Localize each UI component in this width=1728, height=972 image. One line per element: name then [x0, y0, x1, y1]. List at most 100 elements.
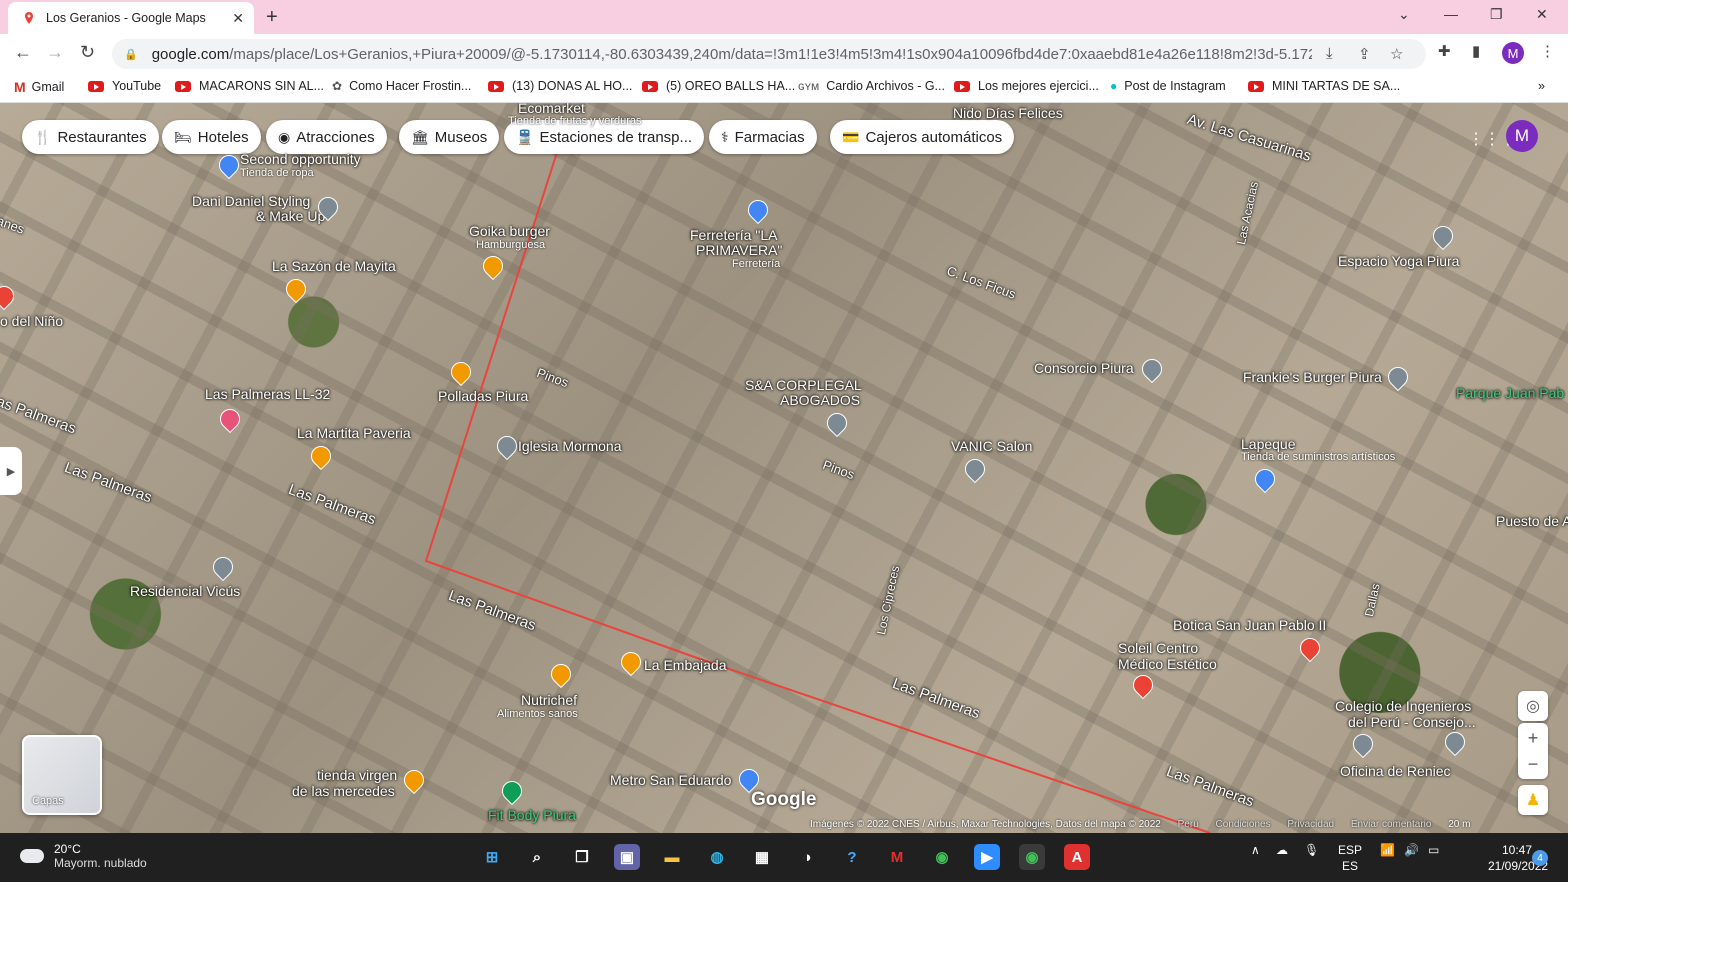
place-colegio[interactable]: Colegio de Ingenieros [1335, 698, 1471, 714]
place-oficina[interactable]: Oficina de Reniec [1340, 763, 1451, 779]
my-location-button[interactable]: ◎ [1518, 691, 1548, 721]
file-explorer-icon[interactable]: ▬ [659, 844, 685, 870]
maps-profile-avatar[interactable]: M [1506, 120, 1538, 152]
zoom-in-icon[interactable]: + [1528, 725, 1539, 751]
app-icon[interactable]: ◑ [794, 844, 820, 870]
minimize-icon[interactable]: — [1444, 6, 1458, 22]
chip-cajeros[interactable]: 💳 Cajeros automáticos [830, 120, 1015, 154]
place-soleil[interactable]: Soleil Centro [1118, 640, 1198, 656]
place-botica[interactable]: Botica San Juan Pablo II [1173, 617, 1326, 633]
satellite-map[interactable]: 🍴 Restaurantes 🛏 Hoteles ◉ Atracciones 🏛 Mus… [0, 103, 1568, 833]
place-sa-corplegal[interactable]: S&A CORPLEGAL [745, 377, 862, 393]
place-dani-daniel[interactable]: Dani Daniel Styling [192, 193, 310, 209]
terms-link[interactable]: Condiciones [1216, 819, 1271, 830]
bookmark-frosting[interactable]: ✿ Como Hacer Frostin... [332, 79, 471, 93]
microphone-icon[interactable]: 🎙 [1304, 843, 1319, 857]
bookmark-macarons[interactable]: MACARONS SIN AL... [175, 79, 324, 93]
close-window-icon[interactable]: ✕ [1536, 6, 1548, 23]
place-goika[interactable]: Goika burger [469, 223, 550, 239]
place-ferreteria[interactable]: Ferretería "LA [690, 227, 777, 243]
place-fit-body[interactable]: Fit Body Piura [488, 807, 576, 823]
place-palmeras-ll[interactable]: Las Palmeras LL-32 [205, 386, 330, 402]
place-vanic[interactable]: VANIC Salon [951, 438, 1032, 454]
tray-chevron-icon[interactable]: ∧ [1251, 843, 1260, 857]
bookmark-ejercicios[interactable]: Los mejores ejercici... [954, 79, 1099, 93]
chip-museos[interactable]: 🏛 Museos [399, 120, 500, 154]
place-puesto[interactable]: Puesto de A [1496, 513, 1568, 529]
autocad-icon[interactable]: A [1064, 844, 1090, 870]
zoom-app-icon[interactable]: ▶ [974, 844, 1000, 870]
chip-hoteles[interactable]: 🛏 Hoteles [162, 120, 261, 154]
tab-search-icon[interactable]: ⌄ [1398, 6, 1410, 23]
onedrive-icon[interactable]: ☁ [1276, 843, 1288, 857]
task-view-icon[interactable]: ❐ [569, 844, 595, 870]
place-tienda[interactable]: tienda virgen [317, 767, 397, 783]
privacy-link[interactable]: Privacidad [1287, 819, 1334, 830]
place-martita[interactable]: La Martita Paveria [297, 425, 411, 441]
bookmark-donas[interactable]: (13) DONAS AL HO... [488, 79, 632, 93]
place-embajada[interactable]: La Embajada [644, 657, 727, 673]
help-icon[interactable]: ? [839, 844, 865, 870]
language-indicator[interactable]: ESP ES [1334, 842, 1366, 874]
volume-icon[interactable]: 🔊 [1404, 843, 1419, 857]
teams-chat-icon[interactable]: ▣ [614, 844, 640, 870]
start-icon[interactable]: ⊞ [479, 844, 505, 870]
place-lapeque[interactable]: Lapeque [1241, 436, 1296, 452]
forward-icon[interactable]: → [46, 42, 64, 63]
collapse-side-panel-button[interactable]: ▶ [0, 447, 22, 495]
chrome-icon[interactable]: ◉ [929, 844, 955, 870]
chip-farmacias[interactable]: ⚕ Farmacias [709, 120, 817, 154]
mcafee-icon[interactable]: M [884, 844, 910, 870]
bookmark-youtube[interactable]: YouTube [88, 79, 161, 93]
country-link[interactable]: Perú [1178, 819, 1199, 830]
zoom-out-icon[interactable]: − [1528, 751, 1539, 777]
close-tab-icon[interactable]: ✕ [232, 10, 244, 27]
layers-button[interactable]: Capas [22, 735, 102, 815]
side-panel-icon[interactable]: ▮ [1472, 42, 1480, 60]
place-iglesia[interactable]: Iglesia Mormona [518, 438, 622, 454]
place-second-opportunity[interactable]: Second opportunity [240, 151, 361, 167]
store-icon[interactable]: ▦ [749, 844, 775, 870]
chip-restaurantes[interactable]: 🍴 Restaurantes [22, 120, 159, 154]
pegman-icon[interactable]: ♟ [1518, 785, 1548, 815]
feedback-link[interactable]: Enviar comentario [1351, 819, 1432, 830]
chip-atracciones[interactable]: ◉ Atracciones [266, 120, 387, 154]
share-icon[interactable]: ⇪ [1358, 45, 1371, 63]
place-polladas[interactable]: Polladas Piura [438, 388, 528, 404]
place-nido[interactable]: Nido Días Felices [953, 105, 1063, 121]
more-bookmarks-icon[interactable]: » [1538, 79, 1545, 93]
browser-tab[interactable]: Los Geranios - Google Maps ✕ [8, 2, 254, 34]
battery-icon[interactable]: ▭ [1428, 843, 1439, 857]
place-residencial[interactable]: Residencial Vicús [130, 583, 240, 599]
new-tab-icon[interactable]: + [266, 6, 278, 29]
install-icon[interactable]: ⤓ [1326, 45, 1333, 62]
clock[interactable]: 10:47 21/09/2022 [1488, 842, 1548, 874]
menu-icon[interactable]: ⋮ [1540, 42, 1555, 60]
place-parque[interactable]: Parque Juan Pab [1456, 385, 1564, 401]
place-espacio-yoga[interactable]: Espacio Yoga Piura [1338, 253, 1459, 269]
address-bar[interactable]: 🔒 google.com/maps/place/Los+Geranios,+Pi… [112, 39, 1426, 69]
profile-avatar[interactable]: M [1502, 42, 1524, 64]
wifi-icon[interactable]: 📶 [1380, 843, 1395, 857]
place-sazon[interactable]: La Sazón de Mayita [272, 258, 396, 274]
reload-icon[interactable]: ↻ [80, 42, 95, 63]
bookmark-instagram[interactable]: ● Post de Instagram [1110, 79, 1226, 93]
edge-icon[interactable]: ◍ [704, 844, 730, 870]
restore-icon[interactable]: ❐ [1490, 6, 1503, 23]
bookmark-star-icon[interactable]: ☆ [1390, 45, 1403, 63]
scale-label[interactable]: 20 m [1448, 819, 1470, 830]
chrome-profile-icon[interactable]: ◉ [1019, 844, 1045, 870]
place-metro[interactable]: Metro San Eduardo [610, 772, 731, 788]
lock-icon[interactable]: 🔒 [124, 48, 138, 61]
search-icon[interactable]: ⌕ [524, 844, 550, 870]
place-consorcio[interactable]: Consorcio Piura [1034, 360, 1134, 376]
place-frankies[interactable]: Frankie's Burger Piura [1243, 369, 1382, 385]
bookmark-oreo[interactable]: (5) OREO BALLS HA... [642, 79, 795, 93]
bookmark-cardio[interactable]: ɢʏᴍ Cardio Archivos - G... [798, 79, 945, 93]
notification-badge[interactable]: 4 [1532, 850, 1548, 866]
extensions-icon[interactable]: ✚ [1438, 42, 1451, 60]
bookmark-gmail[interactable]: M Gmail [14, 79, 64, 95]
bookmark-tartas[interactable]: MINI TARTAS DE SA... [1248, 79, 1400, 93]
place-nutrichef[interactable]: Nutrichef [521, 692, 577, 708]
weather-widget[interactable]: 20°C Mayorm. nublado [20, 842, 147, 870]
